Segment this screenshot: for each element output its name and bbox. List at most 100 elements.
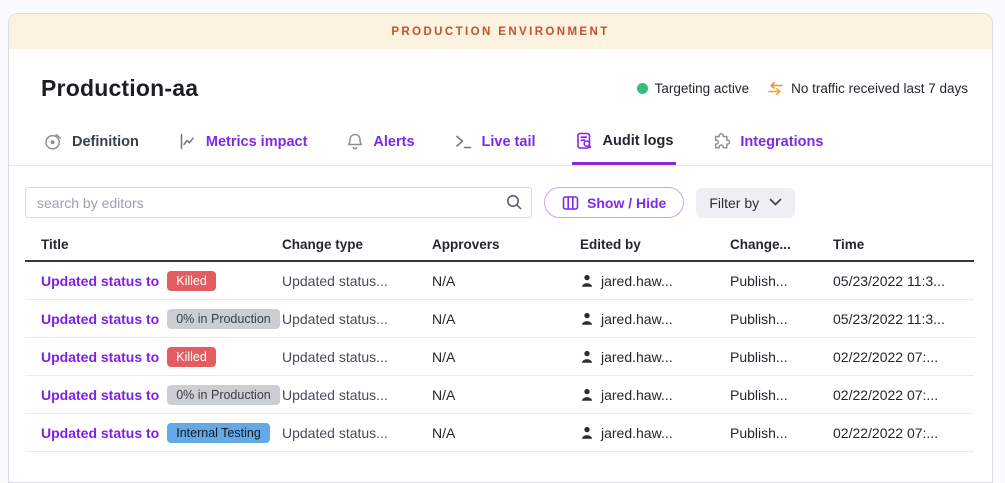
edited-by-name: jared.haw...	[601, 311, 673, 327]
title-cell: Updated status to Killed	[25, 271, 282, 291]
time-cell: 02/22/2022 07:...	[833, 349, 974, 365]
tab-metrics-impact-label: Metrics impact	[206, 134, 308, 150]
page-title: Production-aa	[41, 75, 198, 102]
change-cell: Publish...	[730, 273, 833, 289]
approvers-cell: N/A	[432, 387, 580, 403]
targeting-status-label: Targeting active	[655, 81, 750, 96]
table-row[interactable]: Updated status to 0% in Production Updat…	[25, 376, 974, 414]
title-cell: Updated status to 0% in Production	[25, 309, 282, 329]
title-cell: Updated status to Killed	[25, 347, 282, 367]
audit-log-icon	[575, 131, 594, 151]
change-cell: Publish...	[730, 425, 833, 441]
approvers-cell: N/A	[432, 349, 580, 365]
approvers-cell: N/A	[432, 273, 580, 289]
targeting-status: Targeting active	[637, 81, 750, 96]
traffic-status-label: No traffic received last 7 days	[791, 81, 968, 96]
column-header-edited-by[interactable]: Edited by	[580, 237, 730, 252]
table-header-row: Title Change type Approvers Edited by Ch…	[25, 229, 974, 262]
edited-by-name: jared.haw...	[601, 387, 673, 403]
edited-by-cell: jared.haw...	[580, 311, 730, 327]
status-badge: 0% in Production	[167, 309, 280, 329]
search-box	[25, 187, 532, 218]
green-dot-icon	[637, 83, 648, 94]
edited-by-cell: jared.haw...	[580, 273, 730, 289]
change-type-cell: Updated status...	[282, 311, 432, 327]
title-link[interactable]: Updated status to	[41, 387, 159, 403]
edited-by-cell: jared.haw...	[580, 387, 730, 403]
title-link[interactable]: Updated status to	[41, 311, 159, 327]
person-icon	[580, 312, 594, 326]
tab-definition-label: Definition	[72, 134, 139, 150]
person-icon	[580, 426, 594, 440]
tab-integrations-label: Integrations	[740, 134, 823, 150]
tab-alerts-label: Alerts	[373, 134, 414, 150]
table-row[interactable]: Updated status to Internal Testing Updat…	[25, 414, 974, 452]
edited-by-name: jared.haw...	[601, 273, 673, 289]
title-link[interactable]: Updated status to	[41, 273, 159, 289]
table-row[interactable]: Updated status to Killed Updated status.…	[25, 338, 974, 376]
tab-audit-logs[interactable]: Audit logs	[572, 118, 677, 165]
column-header-title[interactable]: Title	[25, 237, 282, 252]
change-type-cell: Updated status...	[282, 387, 432, 403]
show-hide-label: Show / Hide	[587, 195, 666, 211]
search-icon	[505, 193, 523, 216]
time-cell: 05/23/2022 11:3...	[833, 273, 974, 289]
person-icon	[580, 274, 594, 288]
environment-banner-label: PRODUCTION ENVIRONMENT	[391, 26, 609, 38]
environment-card: PRODUCTION ENVIRONMENT Production-aa Tar…	[8, 13, 993, 483]
tab-bar: Definition Metrics impact Alerts	[9, 118, 992, 166]
time-cell: 02/22/2022 07:...	[833, 387, 974, 403]
change-type-cell: Updated status...	[282, 425, 432, 441]
audit-table-body: Updated status to Killed Updated status.…	[25, 262, 974, 452]
chevron-down-icon	[769, 198, 782, 207]
tab-audit-logs-label: Audit logs	[603, 133, 674, 149]
edited-by-cell: jared.haw...	[580, 425, 730, 441]
column-header-time[interactable]: Time	[833, 237, 974, 252]
audit-toolbar: Show / Hide Filter by	[9, 166, 992, 218]
edited-by-name: jared.haw...	[601, 425, 673, 441]
edited-by-cell: jared.haw...	[580, 349, 730, 365]
column-header-approvers[interactable]: Approvers	[432, 237, 580, 252]
status-badge: Killed	[167, 347, 216, 367]
traffic-status: No traffic received last 7 days	[767, 81, 968, 96]
change-type-cell: Updated status...	[282, 349, 432, 365]
approvers-cell: N/A	[432, 311, 580, 327]
title-cell: Updated status to 0% in Production	[25, 385, 282, 405]
tab-live-tail[interactable]: Live tail	[451, 119, 539, 165]
columns-icon	[562, 195, 579, 211]
change-cell: Publish...	[730, 311, 833, 327]
status-badge: 0% in Production	[167, 385, 280, 405]
show-hide-button[interactable]: Show / Hide	[544, 187, 684, 218]
time-cell: 02/22/2022 07:...	[833, 425, 974, 441]
title-cell: Updated status to Internal Testing	[25, 423, 282, 443]
column-header-change-type[interactable]: Change type	[282, 237, 432, 252]
change-type-cell: Updated status...	[282, 273, 432, 289]
status-badge: Killed	[167, 271, 216, 291]
tab-metrics-impact[interactable]: Metrics impact	[175, 119, 311, 165]
search-input[interactable]	[25, 187, 532, 218]
metrics-icon	[178, 132, 197, 151]
filter-by-button[interactable]: Filter by	[696, 188, 795, 218]
approvers-cell: N/A	[432, 425, 580, 441]
change-cell: Publish...	[730, 387, 833, 403]
column-header-change[interactable]: Change...	[730, 237, 833, 252]
audit-log-table: Title Change type Approvers Edited by Ch…	[25, 229, 974, 452]
definition-icon	[44, 132, 63, 151]
person-icon	[580, 350, 594, 364]
tab-integrations[interactable]: Integrations	[709, 119, 826, 165]
table-row[interactable]: Updated status to Killed Updated status.…	[25, 262, 974, 300]
page-header: Production-aa Targeting active No traffi…	[9, 49, 992, 102]
environment-banner: PRODUCTION ENVIRONMENT	[9, 14, 992, 49]
tab-definition[interactable]: Definition	[41, 119, 142, 165]
table-row[interactable]: Updated status to 0% in Production Updat…	[25, 300, 974, 338]
tab-alerts[interactable]: Alerts	[343, 119, 417, 165]
change-cell: Publish...	[730, 349, 833, 365]
title-link[interactable]: Updated status to	[41, 425, 159, 441]
terminal-icon	[454, 132, 473, 151]
bell-icon	[346, 132, 364, 151]
traffic-arrows-icon	[767, 81, 784, 96]
person-icon	[580, 388, 594, 402]
title-link[interactable]: Updated status to	[41, 349, 159, 365]
edited-by-name: jared.haw...	[601, 349, 673, 365]
filter-by-label: Filter by	[709, 195, 759, 211]
